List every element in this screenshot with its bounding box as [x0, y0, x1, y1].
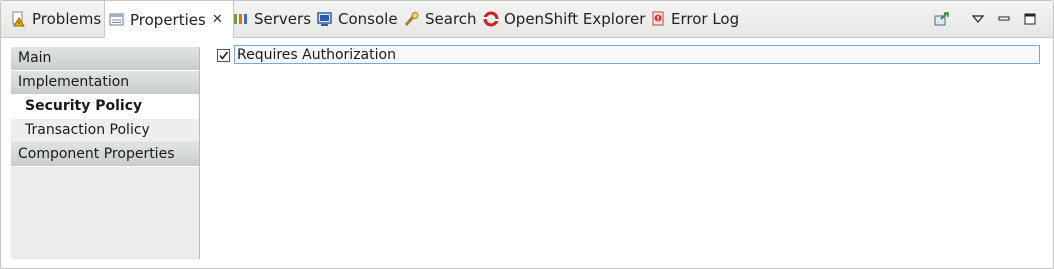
property-tab-list: Main Implementation Security Policy Tran… — [11, 47, 200, 259]
view-toolbar — [929, 1, 1043, 37]
tab-label: Servers — [254, 10, 312, 28]
search-icon — [404, 11, 420, 27]
tab-openshift-explorer[interactable]: OpenShift Explorer — [481, 1, 647, 37]
console-icon — [317, 11, 333, 27]
property-tab-main[interactable]: Main — [11, 47, 199, 71]
tab-properties[interactable]: Properties ✕ — [104, 1, 234, 38]
tab-label: Console — [338, 10, 398, 28]
servers-icon — [233, 11, 249, 27]
property-tab-component-properties[interactable]: Component Properties — [11, 143, 199, 167]
tab-problems[interactable]: Problems — [9, 1, 103, 37]
problems-icon — [11, 11, 27, 27]
view-tab-bar: Problems Properties ✕ Servers Console Se… — [1, 1, 1053, 38]
tab-console[interactable]: Console — [315, 1, 400, 37]
requires-authorization-label[interactable]: Requires Authorization — [234, 45, 1040, 64]
tab-label: Error Log — [671, 10, 740, 28]
close-icon[interactable]: ✕ — [212, 12, 223, 27]
tab-servers[interactable]: Servers — [231, 1, 313, 37]
property-tab-transaction-policy[interactable]: Transaction Policy — [11, 119, 199, 143]
tab-error-log[interactable]: Error Log — [648, 1, 741, 37]
tab-label: Properties — [130, 10, 206, 29]
view-menu-icon[interactable] — [965, 7, 991, 31]
tab-label: Problems — [32, 10, 102, 28]
tab-label: OpenShift Explorer — [504, 10, 646, 28]
properties-view: Problems Properties ✕ Servers Console Se… — [0, 0, 1054, 269]
requires-authorization-checkbox[interactable] — [217, 49, 230, 62]
pin-icon[interactable] — [929, 7, 955, 31]
error-log-icon — [650, 11, 666, 27]
maximize-icon[interactable] — [1017, 7, 1043, 31]
tab-search[interactable]: Search — [402, 1, 479, 37]
minimize-icon[interactable] — [991, 7, 1017, 31]
tab-label: Search — [425, 10, 477, 28]
property-content: Requires Authorization — [200, 38, 1053, 268]
properties-icon — [109, 12, 125, 28]
property-tab-security-policy[interactable]: Security Policy — [11, 95, 199, 119]
property-tab-implementation[interactable]: Implementation — [11, 71, 199, 95]
openshift-icon — [483, 11, 499, 27]
